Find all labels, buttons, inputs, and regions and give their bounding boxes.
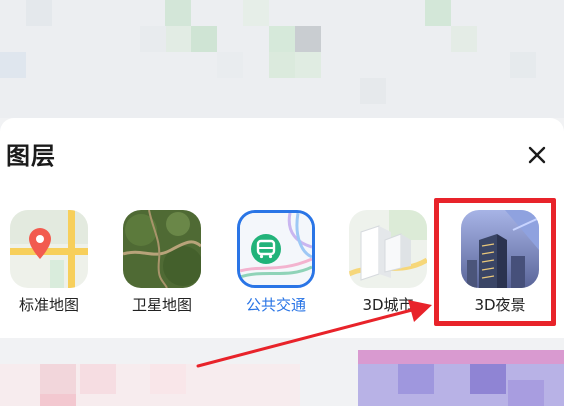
card-tile: [150, 364, 186, 394]
standard-map-icon: [10, 210, 88, 288]
card-tile: [40, 364, 76, 394]
layers-panel: 图层 标准地图 卫星地图 公共交通 3D城市 3D夜景: [0, 118, 564, 338]
layer-option-standard-map[interactable]: 标准地图: [6, 210, 96, 322]
3d-night-view-icon: [461, 210, 539, 288]
map-tile: [217, 52, 243, 78]
card-tile: [80, 364, 116, 394]
map-tile: [165, 0, 191, 26]
layer-option-3d-city[interactable]: 3D城市: [345, 210, 435, 322]
map-tile: [140, 26, 166, 52]
map-tile: [26, 0, 52, 26]
blurred-card: [0, 350, 300, 406]
layer-label: 3D城市: [362, 296, 414, 314]
layer-option-3d-night-view[interactable]: 3D夜景: [457, 210, 547, 322]
map-tile: [191, 26, 217, 52]
map-tile: [0, 52, 26, 78]
card-tile: [398, 364, 434, 394]
map-background[interactable]: [0, 0, 564, 125]
map-tile: [451, 26, 477, 52]
map-tile: [360, 78, 386, 104]
layer-options: 标准地图 卫星地图 公共交通 3D城市 3D夜景: [0, 210, 564, 330]
public-transit-icon: [237, 210, 315, 288]
blurred-card: [358, 350, 564, 406]
card-tile: [470, 364, 506, 394]
map-tile: [269, 26, 295, 52]
map-tile: [165, 26, 191, 52]
panel-title: 图层: [6, 142, 56, 170]
satellite-map-icon: [123, 210, 201, 288]
map-tile: [295, 26, 321, 52]
layer-option-satellite-map[interactable]: 卫星地图: [119, 210, 209, 322]
layers-sheet: 图层 标准地图 卫星地图 公共交通 3D城市 3D夜景: [0, 118, 564, 406]
map-tile: [510, 52, 536, 78]
layer-label: 卫星地图: [131, 296, 192, 314]
close-button[interactable]: [522, 140, 552, 170]
close-icon: [522, 140, 552, 170]
layer-label: 标准地图: [18, 296, 79, 314]
layer-label: 3D夜景: [474, 296, 526, 314]
map-tile: [295, 52, 321, 78]
layer-label: 公共交通: [245, 296, 306, 314]
3d-city-icon: [349, 210, 427, 288]
card-tile: [40, 394, 76, 406]
map-tile: [269, 52, 295, 78]
card-tile: [508, 380, 544, 406]
layer-option-public-transit[interactable]: 公共交通: [233, 210, 323, 322]
map-tile: [425, 0, 451, 26]
map-tile: [243, 0, 269, 26]
card-tile: [358, 350, 564, 364]
